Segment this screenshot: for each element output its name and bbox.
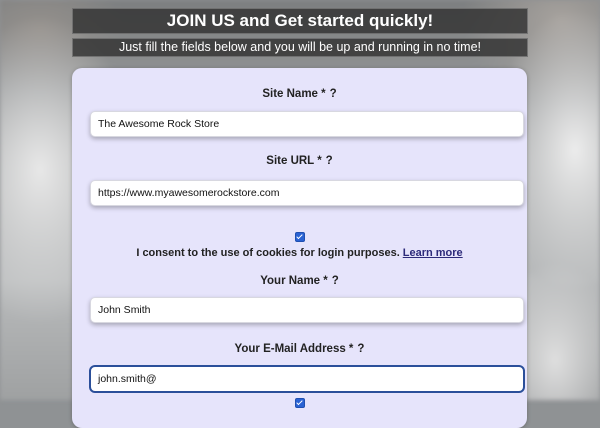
site-url-label-text: Site URL * xyxy=(266,155,322,167)
your-name-input[interactable]: John Smith xyxy=(90,297,524,323)
your-name-label: Your Name *? xyxy=(72,275,527,287)
signup-form: Site Name *? The Awesome Rock Store Site… xyxy=(72,68,527,428)
site-url-input[interactable]: https://www.myawesomerockstore.com xyxy=(90,180,524,206)
email-label: Your E-Mail Address *? xyxy=(72,343,527,355)
site-name-label: Site Name *? xyxy=(72,88,527,100)
help-icon[interactable]: ? xyxy=(357,343,364,355)
email-field[interactable]: john.smith@ xyxy=(90,366,524,392)
site-name-input[interactable]: The Awesome Rock Store xyxy=(90,111,524,137)
cookie-consent-text: I consent to the use of cookies for logi… xyxy=(136,247,400,259)
help-icon[interactable]: ? xyxy=(332,275,339,287)
help-icon[interactable]: ? xyxy=(330,88,337,100)
help-icon[interactable]: ? xyxy=(326,155,333,167)
cookie-consent-label: I consent to the use of cookies for logi… xyxy=(72,247,527,259)
learn-more-link[interactable]: Learn more xyxy=(403,247,463,259)
site-url-label: Site URL *? xyxy=(72,155,527,167)
your-name-label-text: Your Name * xyxy=(260,275,328,287)
page-title: JOIN US and Get started quickly! xyxy=(72,8,528,34)
email-label-text: Your E-Mail Address * xyxy=(234,343,354,355)
cookie-consent-checkbox[interactable] xyxy=(295,232,305,242)
page-subtitle: Just fill the fields below and you will … xyxy=(72,38,528,57)
site-name-label-text: Site Name * xyxy=(262,88,326,100)
